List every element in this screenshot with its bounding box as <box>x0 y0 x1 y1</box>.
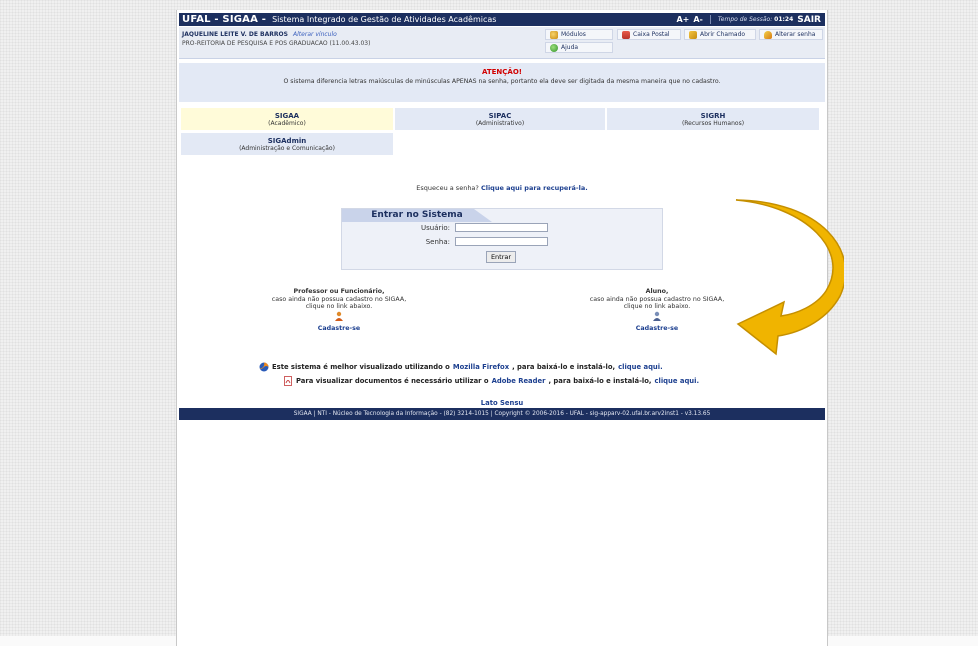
username-input[interactable] <box>455 223 548 232</box>
student-user-icon <box>653 311 661 321</box>
system-tab-sigaa[interactable]: SIGAA (Acadêmico) <box>181 108 393 130</box>
firefox-icon <box>259 362 269 372</box>
alert-title: ATENÇÃO! <box>482 68 522 76</box>
user-department: PRO-REITORIA DE PESQUISA E POS GRADUACAO… <box>182 40 371 47</box>
system-name: SIGAdmin <box>267 137 307 145</box>
username-label: Usuário: <box>421 224 450 232</box>
forgot-text: Esqueceu a senha? <box>416 184 479 192</box>
key-icon <box>764 30 772 39</box>
top-bar-controls: A+ A- Tempo de Sessão: 01:24 SAIR <box>676 15 821 25</box>
ticket-icon <box>689 30 697 39</box>
firefox-download-link[interactable]: clique aqui. <box>618 363 663 371</box>
adobe-reader-link[interactable]: Adobe Reader <box>492 377 546 385</box>
password-label: Senha: <box>425 238 450 246</box>
font-decrease-button[interactable]: A- <box>693 15 703 24</box>
signup-staff-line2: clique no link abaixo. <box>305 303 373 310</box>
change-link-link[interactable]: Alterar vínculo <box>293 31 337 38</box>
forgot-password: Esqueceu a senha? Clique aqui para recup… <box>177 184 827 192</box>
system-desc: (Administração e Comunicação) <box>239 145 335 152</box>
user-name: JAQUELINE LEITE V. DE BARROS <box>182 31 288 38</box>
modules-icon <box>550 30 558 39</box>
system-tab-sipac[interactable]: SIPAC (Administrativo) <box>395 108 605 130</box>
reader-note: Para visualizar documentos é necessário … <box>283 376 699 386</box>
change-password-button[interactable]: Alterar senha <box>759 29 823 40</box>
lato-sensu-link[interactable]: Lato Sensu <box>177 399 827 407</box>
reader-text: Para visualizar documentos é necessário … <box>296 377 489 385</box>
footer: SIGAA | NTI - Núcleo de Tecnologia da In… <box>179 408 825 420</box>
recover-password-link[interactable]: Clique aqui para recuperá-la. <box>481 184 588 192</box>
pdf-icon <box>284 376 292 386</box>
help-button[interactable]: Ajuda <box>545 42 613 53</box>
signup-staff: Professor ou Funcionário, caso ainda não… <box>239 288 439 333</box>
curved-arrow-icon <box>735 199 844 356</box>
system-name: SIGRH <box>700 112 726 120</box>
signup-staff-heading: Professor ou Funcionário, <box>293 288 385 295</box>
modules-button[interactable]: Módulos <box>545 29 613 40</box>
help-label: Ajuda <box>561 44 579 51</box>
open-ticket-button[interactable]: Abrir Chamado <box>684 29 756 40</box>
open-ticket-label: Abrir Chamado <box>700 31 746 38</box>
mailbox-button[interactable]: Caixa Postal <box>617 29 681 40</box>
signup-staff-link[interactable]: Cadastre-se <box>239 325 439 333</box>
mailbox-icon <box>622 30 630 39</box>
login-box: Entrar no Sistema Usuário: Senha: Entrar <box>341 208 663 270</box>
signup-staff-line1: caso ainda não possua cadastro no SIGAA, <box>271 295 407 303</box>
top-bar: UFAL - SIGAA - Sistema Integrado de Gest… <box>179 13 825 26</box>
system-tab-sigrh[interactable]: SIGRH (Recursos Humanos) <box>607 108 819 130</box>
user-info: JAQUELINE LEITE V. DE BARROS Alterar vín… <box>182 31 337 38</box>
modules-label: Módulos <box>561 31 586 38</box>
alert-message: O sistema diferencia letras maiúsculas d… <box>283 78 721 85</box>
staff-user-icon <box>335 311 343 321</box>
login-title: Entrar no Sistema <box>342 209 492 222</box>
system-desc: (Recursos Humanos) <box>681 120 745 127</box>
mailbox-label: Caixa Postal <box>633 31 670 38</box>
system-desc: (Acadêmico) <box>268 120 306 127</box>
session-timer: Tempo de Sessão: 01:24 <box>718 16 793 23</box>
system-name: SIPAC <box>488 112 512 120</box>
firefox-text: Este sistema é melhor visualizado utiliz… <box>272 363 450 371</box>
help-icon <box>550 43 558 52</box>
password-input[interactable] <box>455 237 548 246</box>
font-increase-button[interactable]: A+ <box>676 15 689 24</box>
login-submit-button[interactable]: Entrar <box>486 251 516 263</box>
reader-text-mid: , para baixá-lo e instalá-lo, <box>548 377 652 385</box>
brand-title: UFAL - SIGAA - <box>182 14 267 25</box>
system-name: SIGAA <box>274 112 300 120</box>
reader-download-link[interactable]: clique aqui. <box>654 377 699 385</box>
logout-button[interactable]: SAIR <box>797 15 821 25</box>
divider <box>709 15 711 24</box>
system-desc: (Administrativo) <box>475 120 525 127</box>
firefox-note: Este sistema é melhor visualizado utiliz… <box>259 362 663 372</box>
case-sensitivity-alert: ATENÇÃO! O sistema diferencia letras mai… <box>179 63 825 102</box>
firefox-text-mid: , para baixá-lo e instalá-lo, <box>512 363 616 371</box>
user-info-bar: JAQUELINE LEITE V. DE BARROS Alterar vín… <box>179 27 825 59</box>
change-password-label: Alterar senha <box>775 31 816 38</box>
session-time: 01:24 <box>774 16 794 23</box>
system-tab-sigadmin[interactable]: SIGAdmin (Administração e Comunicação) <box>181 133 393 155</box>
session-label: Tempo de Sessão: <box>717 16 773 23</box>
system-subtitle: Sistema Integrado de Gestão de Atividade… <box>272 15 497 24</box>
firefox-link[interactable]: Mozilla Firefox <box>453 363 509 371</box>
